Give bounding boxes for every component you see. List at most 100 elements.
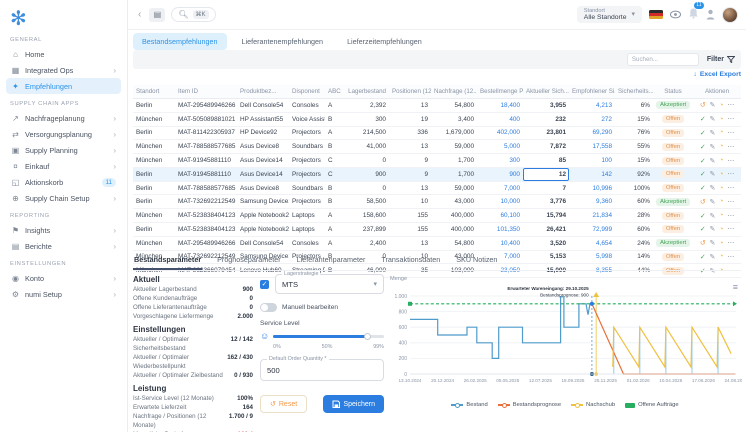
column-header[interactable]: Status (653, 85, 693, 99)
history-clock-icon[interactable]: ◔ (719, 198, 723, 205)
history-clock-icon[interactable]: ◔ (719, 157, 723, 164)
sidebar-item-supply-chain-setup[interactable]: ⊕Supply Chain Setup› (6, 190, 121, 206)
more-options-icon[interactable]: ⋯ (727, 101, 734, 109)
edit-pencil-icon[interactable]: ✎ (710, 239, 716, 247)
history-clock-icon[interactable]: ◔ (719, 212, 723, 219)
edit-pencil-icon[interactable]: ✎ (710, 129, 716, 137)
detail-tab-bestandsparameter[interactable]: Bestandsparameter (133, 252, 202, 270)
more-options-icon[interactable]: ⋯ (727, 170, 734, 178)
user-icon[interactable] (706, 9, 715, 20)
history-clock-icon[interactable]: ◔ (719, 185, 723, 192)
sidebar-item-konto[interactable]: ◉Konto› (6, 270, 121, 286)
sidebar-item-einkauf[interactable]: ¤Einkauf› (6, 158, 121, 174)
accept-check-icon[interactable]: ✓ (700, 157, 706, 165)
history-clock-icon[interactable]: ◔ (719, 171, 723, 178)
column-header[interactable]: Standort (133, 85, 175, 99)
sidebar-item-versorgungsplanung[interactable]: ⇄Versorgungsplanung› (6, 126, 121, 142)
docs-icon[interactable]: ▤ (149, 8, 165, 22)
column-header[interactable]: Produktbez... (237, 85, 289, 99)
table-row[interactable]: BerlinMAT-788588577685Asus Device8Soundb… (133, 181, 741, 195)
sidebar-item-empfehlungen[interactable]: ✦Empfehlungen (6, 78, 121, 94)
undo-icon[interactable]: ↺ (700, 101, 706, 109)
detail-tab-lieferantenparameter[interactable]: Lieferantenparameter (296, 252, 367, 270)
history-clock-icon[interactable]: ◔ (719, 116, 723, 123)
filter-button[interactable]: Filter (707, 56, 735, 63)
accept-check-icon[interactable]: ✓ (700, 115, 706, 123)
avatar[interactable] (722, 7, 738, 23)
column-header[interactable]: Aktionen (693, 85, 741, 99)
slider-handle[interactable] (364, 333, 371, 340)
edit-pencil-icon[interactable]: ✎ (710, 198, 716, 206)
accept-check-icon[interactable]: ✓ (700, 184, 706, 192)
column-header[interactable]: Empfohlener Si... (569, 85, 615, 99)
undo-icon[interactable]: ↺ (700, 239, 706, 247)
column-header[interactable]: Nachfrage (12... (431, 85, 477, 99)
notifications-button[interactable]: 11 (688, 6, 699, 24)
edit-pencil-icon[interactable]: ✎ (710, 157, 716, 165)
table-row[interactable]: BerlinMAT-732692212549Samsung Device1Pro… (133, 195, 741, 209)
chart-menu-icon[interactable]: ≡ (733, 282, 738, 292)
column-header[interactable]: Positionen (12... (389, 85, 431, 99)
order-quantity-field[interactable]: Default Order Quantity * 500 (260, 359, 384, 381)
legend-item[interactable]: Nachschub (571, 402, 615, 408)
more-options-icon[interactable]: ⋯ (727, 212, 734, 220)
search-input[interactable] (627, 53, 699, 66)
reset-button[interactable]: ↺ Reset (260, 395, 307, 413)
more-options-icon[interactable]: ⋯ (727, 198, 734, 206)
edit-pencil-icon[interactable]: ✎ (710, 184, 716, 192)
global-search[interactable]: 🔍︎ ⌘K (171, 7, 215, 22)
more-options-icon[interactable]: ⋯ (727, 115, 734, 123)
accept-check-icon[interactable]: ✓ (700, 129, 706, 137)
detail-tab-sku-notizen[interactable]: SKU Notizen (455, 252, 498, 270)
accept-check-icon[interactable]: ✓ (700, 143, 706, 151)
column-header[interactable]: Bestellmenge P... (477, 85, 523, 99)
more-options-icon[interactable]: ⋯ (727, 143, 734, 151)
edit-pencil-icon[interactable]: ✎ (710, 101, 716, 109)
manual-edit-toggle[interactable] (260, 303, 277, 312)
table-row[interactable]: MünchenMAT-788588577685Asus Device8Sound… (133, 140, 741, 154)
column-header[interactable]: Disponent (289, 85, 325, 99)
sidebar-item-insights[interactable]: ⚑Insights› (6, 222, 121, 238)
history-clock-icon[interactable]: ◔ (719, 240, 723, 247)
column-header[interactable]: Lagerbestand (345, 85, 389, 99)
eye-icon[interactable] (670, 10, 681, 19)
edit-pencil-icon[interactable]: ✎ (710, 115, 716, 123)
edit-pencil-icon[interactable]: ✎ (710, 225, 716, 233)
table-row[interactable]: BerlinMAT-811422305937HP Device92Project… (133, 126, 741, 140)
sidebar-item-home[interactable]: ⌂Home (6, 46, 121, 62)
column-header[interactable]: Sicherheits... (615, 85, 653, 99)
table-row[interactable]: BerlinMAT-91945881110Asus Device14Projec… (133, 167, 741, 181)
undo-icon[interactable]: ↺ (700, 198, 706, 206)
legend-item[interactable]: Bestandsprognose (498, 402, 561, 408)
history-clock-icon[interactable]: ◔ (719, 226, 723, 233)
table-row[interactable]: BerlinMAT-295489946266Dell Console54Cons… (133, 99, 741, 113)
sidebar-item-berichte[interactable]: ▤Berichte› (6, 238, 121, 254)
detail-tab-prognoseparameter[interactable]: Prognoseparameter (216, 252, 282, 270)
strategy-select[interactable]: Lagerstrategie MTS ▾ (275, 274, 384, 294)
table-row[interactable]: MünchenMAT-295489946266Dell Console54Con… (133, 236, 741, 250)
collapse-sidebar-icon[interactable]: ‹ (136, 9, 143, 20)
edit-pencil-icon[interactable]: ✎ (710, 212, 716, 220)
more-options-icon[interactable]: ⋯ (727, 157, 734, 165)
table-row[interactable]: MünchenMAT-523838404123Apple Notebook2La… (133, 209, 741, 223)
column-header[interactable]: ABC (325, 85, 345, 99)
excel-export-button[interactable]: ↓ Excel Export (693, 71, 741, 78)
service-level-slider[interactable] (273, 335, 384, 338)
accept-check-icon[interactable]: ✓ (700, 225, 706, 233)
location-selector[interactable]: Standort Alle Standorte ▾ (577, 6, 642, 24)
history-clock-icon[interactable]: ◔ (719, 102, 723, 109)
legend-item[interactable]: Bestand (451, 402, 487, 408)
more-options-icon[interactable]: ⋯ (727, 184, 734, 192)
column-header[interactable]: Aktueller Sich... (523, 85, 569, 99)
more-options-icon[interactable]: ⋯ (727, 129, 734, 137)
tab-bestandsempfehlungen[interactable]: Bestandsempfehlungen (133, 33, 227, 50)
sidebar-item-nachfrageplanung[interactable]: ↗Nachfrageplanung› (6, 110, 121, 126)
edit-pencil-icon[interactable]: ✎ (710, 143, 716, 151)
accept-check-icon[interactable]: ✓ (700, 212, 706, 220)
language-flag-de-icon[interactable] (649, 10, 663, 19)
save-button[interactable]: Speichern (323, 395, 384, 413)
accept-check-icon[interactable]: ✓ (700, 170, 706, 178)
detail-tab-transaktionsdaten[interactable]: Transaktionsdaten (380, 252, 441, 270)
table-row[interactable]: MünchenMAT-505089881021HP Assistant55Voi… (133, 112, 741, 126)
tab-lieferantenempfehlungen[interactable]: Lieferantenempfehlungen (233, 33, 333, 50)
